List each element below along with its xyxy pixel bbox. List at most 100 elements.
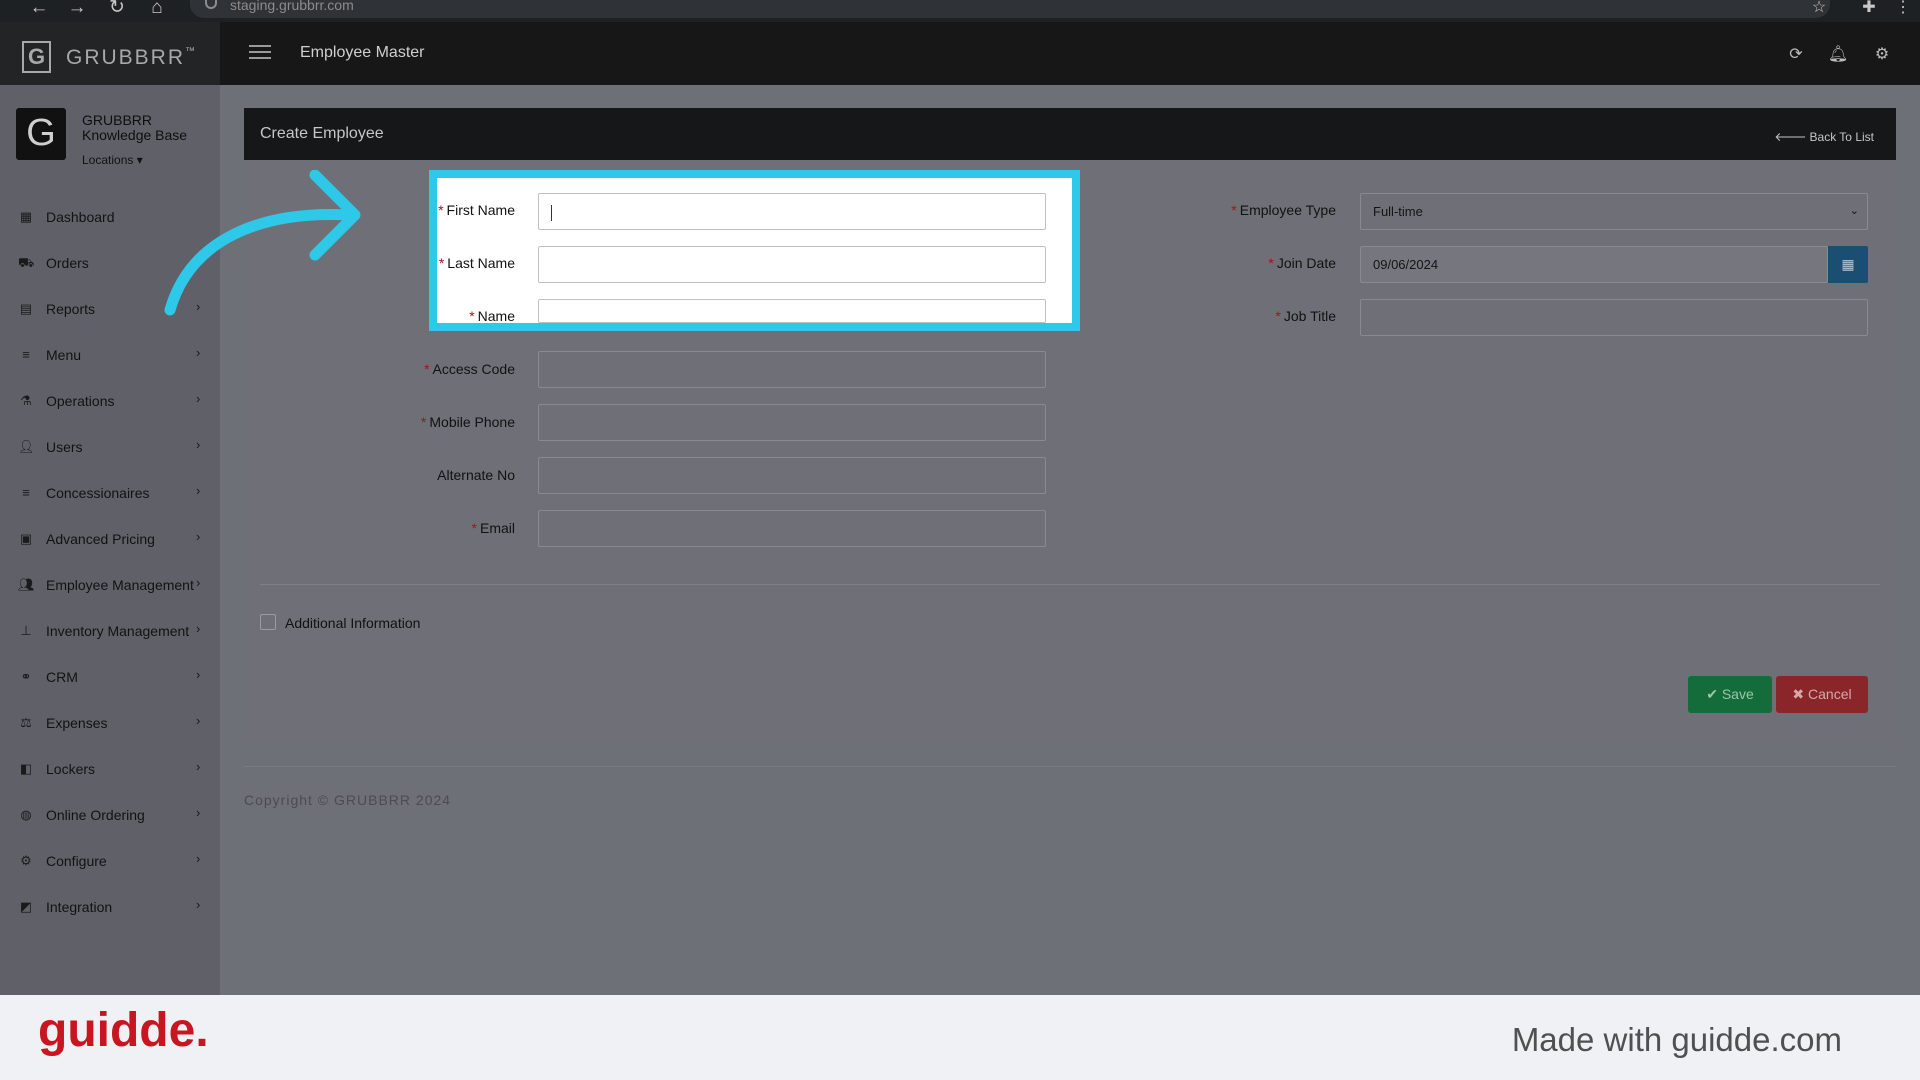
chevron-right-icon: › xyxy=(196,897,201,912)
chevron-right-icon: › xyxy=(196,851,201,866)
site-info-icon[interactable] xyxy=(205,0,217,9)
report-icon: ▤ xyxy=(19,301,33,316)
chevron-right-icon: › xyxy=(196,667,201,682)
panel-header: Create Employee 🡐 Back To List xyxy=(244,108,1896,160)
globe-icon: ◍ xyxy=(20,807,32,822)
sidebar-item-label: Dashboard xyxy=(46,209,115,225)
list-icon: ≡ xyxy=(22,485,30,500)
access-code-field[interactable] xyxy=(538,351,1046,388)
back-arrow-icon[interactable]: ← xyxy=(24,0,54,18)
sidebar-item-menu[interactable]: ≡ Menu › xyxy=(0,335,220,375)
made-with-guidde-text: Made with guidde.com xyxy=(1511,1021,1842,1058)
sidebar-item-configure[interactable]: ⚙ Configure › xyxy=(0,841,220,881)
forward-arrow-icon[interactable]: → xyxy=(62,0,92,18)
sidebar-item-label: Online Ordering xyxy=(46,807,145,823)
profile-name: GRUBBRR Knowledge Base xyxy=(82,112,188,143)
sidebar-item-label: Concessionaires xyxy=(46,485,150,501)
cancel-button[interactable]: ✖ Cancel xyxy=(1776,676,1868,713)
save-button[interactable]: ✔ Save xyxy=(1688,676,1772,713)
sidebar-item-concessionaires[interactable]: ≡ Concessionaires › xyxy=(0,473,220,513)
sidebar-item-inventory-management[interactable]: ⊥ Inventory Management › xyxy=(0,611,220,651)
app-header: G GRUBBRR™ Employee Master ⟳ 🔔︎ ⚙ xyxy=(0,22,1920,85)
integration-icon: ◩ xyxy=(19,899,33,914)
page-title: Employee Master xyxy=(300,44,425,61)
sidebar-item-label: Configure xyxy=(46,853,107,869)
access-code-label-row: * Access Code xyxy=(424,361,515,377)
link-icon: ⚭ xyxy=(20,669,32,684)
brand-name: GRUBBRR™ xyxy=(66,46,198,69)
logo[interactable]: G GRUBBRR™ xyxy=(0,22,220,85)
footer-divider xyxy=(244,766,1896,767)
menu-toggle-icon[interactable] xyxy=(249,45,271,59)
join-date-input[interactable]: 09/06/2024 xyxy=(1360,246,1828,283)
copyright-text: Copyright © GRUBBRR 2024 xyxy=(244,792,452,808)
email-label: * Email xyxy=(471,520,515,536)
users-icon: 👥︎ xyxy=(18,577,35,592)
flask-icon: ⚗ xyxy=(20,393,32,408)
sidebar-item-label: Users xyxy=(46,439,83,455)
email-input[interactable] xyxy=(538,510,1046,547)
sidebar-item-employee-management[interactable]: 👥︎ Employee Management › xyxy=(0,565,220,605)
guidde-logo: guidde. xyxy=(38,1004,209,1057)
highlight-frame xyxy=(429,170,1080,331)
pointer-arrow-icon xyxy=(164,170,361,316)
url-text: staging.grubbrr.com xyxy=(230,0,354,13)
sidebar-item-label: Integration xyxy=(46,899,113,915)
sidebar-item-label: Inventory Management xyxy=(46,623,190,639)
join-date-label: * Join Date xyxy=(1268,255,1336,271)
list-icon: ≡ xyxy=(22,347,30,362)
user-add-icon: 👤︎ xyxy=(18,439,35,454)
employee-type-value: Full-time xyxy=(1373,204,1423,219)
sidebar-item-integration[interactable]: ◩ Integration › xyxy=(0,887,220,927)
home-icon[interactable]: ⌂ xyxy=(142,0,172,18)
scale-icon: ⚖ xyxy=(20,715,32,730)
browser-menu-icon[interactable]: ⋮ xyxy=(1888,0,1918,18)
employee-type-label: * Employee Type xyxy=(1231,202,1336,218)
job-title-label: * Job Title xyxy=(1275,308,1336,324)
sidebar-item-operations[interactable]: ⚗ Operations › xyxy=(0,381,220,421)
address-bar[interactable]: staging.grubbrr.com xyxy=(190,0,1830,18)
sidebar-item-lockers[interactable]: ◧ Lockers › xyxy=(0,749,220,789)
settings-icon[interactable]: ⚙ xyxy=(1871,44,1893,66)
extensions-icon[interactable]: ✚ xyxy=(1854,0,1884,18)
sidebar-item-label: Advanced Pricing xyxy=(46,531,155,547)
chevron-right-icon: › xyxy=(196,437,201,452)
locations-dropdown[interactable]: Locations ▾ xyxy=(82,153,143,167)
alternate-no-input[interactable] xyxy=(538,457,1046,494)
sidebar-item-expenses[interactable]: ⚖ Expenses › xyxy=(0,703,220,743)
alternate-no-label: Alternate No xyxy=(437,467,515,483)
chevron-right-icon: › xyxy=(196,391,201,406)
chevron-right-icon: › xyxy=(196,759,201,774)
sidebar-item-users[interactable]: 👤︎ Users › xyxy=(0,427,220,467)
guidde-footer: guidde. Made with guidde.com xyxy=(0,995,1920,1080)
employee-type-select[interactable]: Full-time ⌄ xyxy=(1360,193,1868,230)
refresh-icon[interactable]: ⟳ xyxy=(1785,44,1807,66)
sidebar-item-crm[interactable]: ⚭ CRM › xyxy=(0,657,220,697)
additional-information-label: Additional Information xyxy=(285,615,421,631)
sidebar-item-label: CRM xyxy=(46,669,78,685)
bell-icon[interactable]: 🔔︎ xyxy=(1827,44,1849,66)
reload-icon[interactable]: ↻ xyxy=(102,0,132,18)
sidebar-item-label: Employee Management xyxy=(46,577,194,593)
chevron-right-icon: › xyxy=(196,713,201,728)
close-icon: ✖ xyxy=(1792,686,1805,702)
sidebar-item-online-ordering[interactable]: ◍ Online Ordering › xyxy=(0,795,220,835)
chevron-down-icon: ⌄ xyxy=(1849,205,1859,217)
mobile-phone-input[interactable] xyxy=(538,404,1046,441)
additional-information-checkbox[interactable] xyxy=(260,614,276,630)
sidebar-item-label: Menu xyxy=(46,347,82,363)
star-icon[interactable]: ☆ xyxy=(1804,0,1834,18)
sitemap-icon: ⊥ xyxy=(20,623,32,638)
chevron-right-icon: › xyxy=(196,575,201,590)
sidebar-item-label: Orders xyxy=(46,255,89,271)
caret-down-icon: ▾ xyxy=(136,153,143,167)
job-title-input[interactable] xyxy=(1360,299,1868,336)
back-to-list-link[interactable]: 🡐 Back To List xyxy=(1774,129,1874,144)
sidebar-item-label: Reports xyxy=(46,301,96,317)
chevron-right-icon: › xyxy=(196,805,201,820)
dashboard-icon: ▦ xyxy=(19,209,33,224)
sidebar-item-advanced-pricing[interactable]: ▣ Advanced Pricing › xyxy=(0,519,220,559)
gear-icon: ⚙ xyxy=(20,853,32,868)
calendar-icon[interactable]: ▦ xyxy=(1828,246,1868,283)
cart-icon: ⛟ xyxy=(18,255,35,270)
